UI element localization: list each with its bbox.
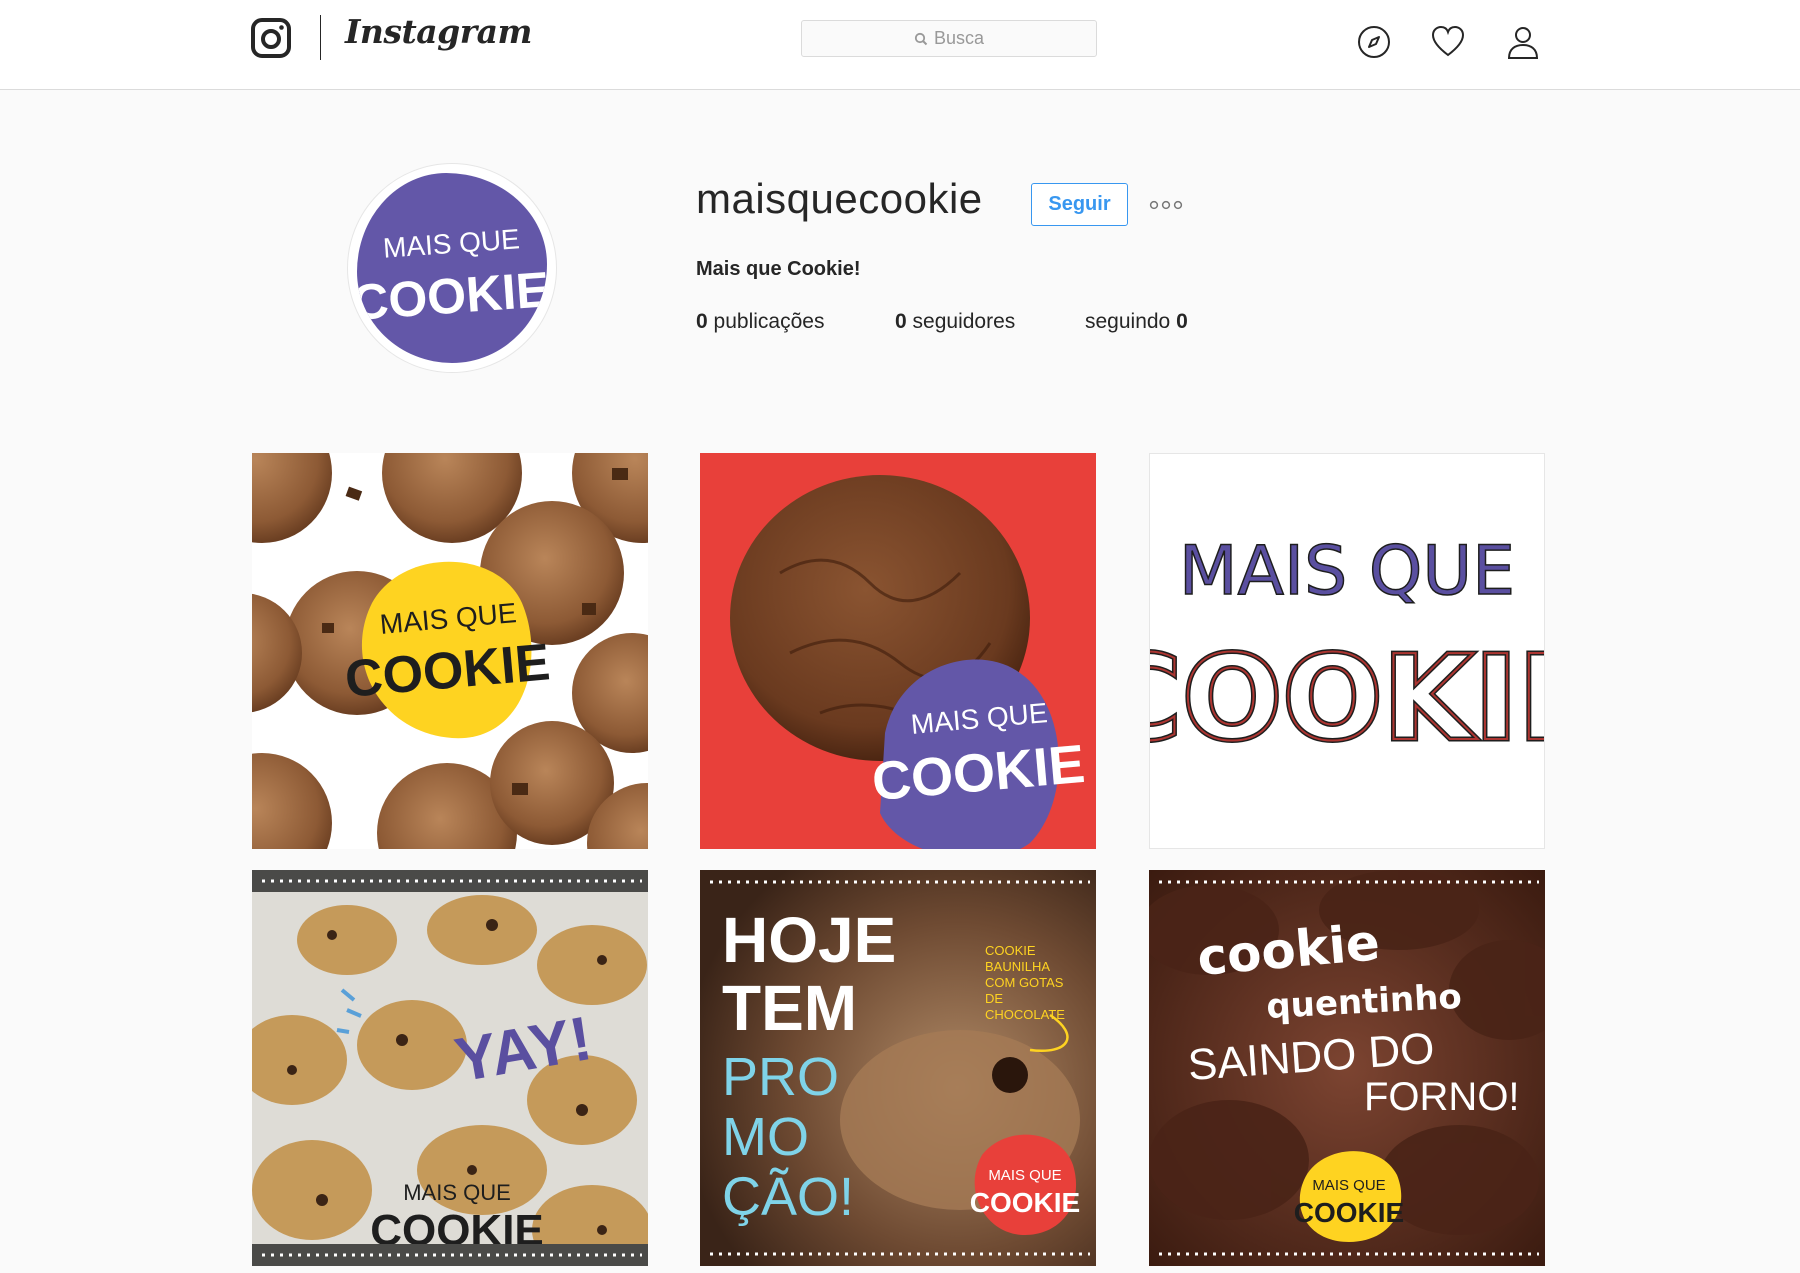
following-count-value: 0 [1176,310,1188,333]
post-5-line-4: MO [722,1107,809,1167]
svg-text:COOKIE: COOKIE [1150,629,1544,767]
post-6-line-4: FORNO! [1364,1075,1520,1119]
post-tile-2[interactable]: MAIS QUE COOKIE [700,453,1096,849]
post-5-badge-bottom: COOKIE [970,1187,1080,1218]
avatar-logo: MAIS QUE COOKIE [357,173,547,363]
post-5-note-5: CHOCOLATE [985,1007,1065,1022]
post-6-badge-bottom: COOKIE [1294,1197,1404,1228]
user-icon[interactable] [1505,24,1541,60]
following-count[interactable]: seguindo 0 [1085,310,1188,334]
posts-count-label: publicações [713,310,825,333]
search-input[interactable]: Busca [801,20,1097,57]
post-5-note-3: COM GOTAS [985,975,1064,990]
post-4-badge-top: MAIS QUE [403,1180,511,1205]
post-5-line-1: HOJE [722,904,896,976]
top-navigation-bar: Instagram Busca [0,0,1800,90]
followers-count[interactable]: 0 seguidores [895,310,1015,334]
search-placeholder: Busca [933,28,985,48]
search-icon [914,32,928,45]
logo-divider [320,15,321,60]
badge-blob [974,1134,1077,1235]
follow-button[interactable]: Seguir [1031,183,1128,226]
post-tile-1[interactable]: MAIS QUE COOKIE [252,453,648,849]
post-tile-4[interactable]: YAY! MAIS QUE COOKIE [252,870,648,1266]
post-6-badge-top: MAIS QUE [1312,1177,1385,1194]
followers-count-label: seguidores [912,310,1016,333]
avatar-logo-top: MAIS QUE [382,223,521,263]
followers-count-value: 0 [895,310,907,333]
post-5-note-1: COOKIE [985,943,1036,958]
post-3-line-1: MAIS QUE [1179,532,1515,611]
posts-count[interactable]: 0 publicações [696,310,824,334]
post-5-note-2: BAUNILHA [985,959,1050,974]
post-5-badge-top: MAIS QUE [988,1167,1061,1184]
instagram-wordmark[interactable]: Instagram [345,12,532,51]
post-tile-5[interactable]: HOJE TEM PRO MO ÇÃO! COOKIE BAUNILHA COM… [700,870,1096,1266]
avatar-logo-bottom: COOKIE [357,261,547,331]
more-options-icon[interactable] [1148,196,1184,214]
profile-avatar[interactable]: MAIS QUE COOKIE [347,163,557,373]
heart-icon[interactable] [1430,24,1466,60]
post-tile-3[interactable]: MAIS QUE COOKIE COOKIE [1149,453,1545,849]
profile-username: maisquecookie [696,175,983,222]
profile-full-name: Mais que Cookie! [696,258,861,280]
post-5-line-3: PRO [722,1047,839,1107]
posts-count-value: 0 [696,310,708,333]
post-5-line-5: ÇÃO! [722,1167,854,1227]
following-count-label: seguindo [1085,310,1171,333]
post-5-note-4: DE [985,991,1003,1006]
post-tile-6[interactable]: cookie quentinho SAINDO DO FORNO! MAIS Q… [1149,870,1545,1266]
instagram-glyph-icon[interactable] [250,17,292,59]
compass-icon[interactable] [1356,24,1392,60]
post-5-line-2: TEM [722,972,857,1044]
